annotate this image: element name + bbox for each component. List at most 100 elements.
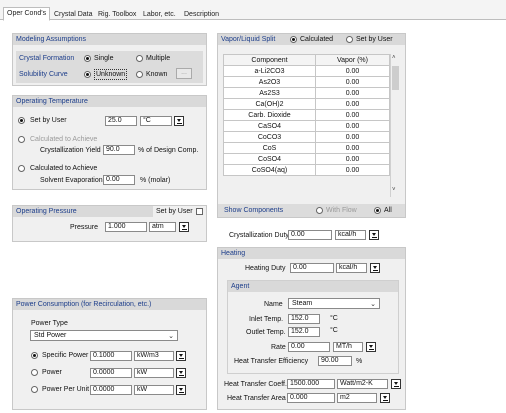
specific-power-input[interactable]: 0.1000: [90, 351, 132, 361]
cryst-duty-unit-select[interactable]: kcal/h: [335, 230, 366, 240]
vapor-cell[interactable]: 0.00: [315, 87, 390, 99]
cryst-duty-unit-dropdown-icon[interactable]: [369, 230, 379, 240]
rate-unit-dropdown-icon[interactable]: [366, 342, 376, 352]
specific-power-unit-select[interactable]: kW/m3: [134, 351, 174, 361]
heat-transfer-area-unit-select[interactable]: m2: [337, 393, 377, 403]
table-row[interactable]: CoS 0.00: [223, 142, 390, 154]
vapor-liquid-split-title: Vapor/Liquid Split: [221, 36, 276, 43]
pressure-unit-dropdown-icon[interactable]: [179, 222, 189, 232]
tab-oper-conds[interactable]: Oper Cond's: [3, 7, 51, 21]
vapor-cell[interactable]: 0.00: [315, 164, 390, 176]
temperature-input[interactable]: 25.0: [105, 116, 137, 126]
vapor-cell[interactable]: 0.00: [315, 76, 390, 88]
power-unit-select[interactable]: kW: [134, 368, 174, 378]
pressure-unit-select[interactable]: atm: [149, 222, 176, 232]
power-type-select[interactable]: Std Power ⌄: [30, 330, 178, 341]
rate-unit-select[interactable]: MT/h: [333, 342, 363, 352]
solvent-evap-input[interactable]: 0.00: [103, 175, 135, 185]
solvent-evap-label: Solvent Evaporation: [40, 177, 103, 184]
component-cell: CoSO4: [223, 153, 316, 165]
power-input[interactable]: 0.0000: [90, 368, 132, 378]
vapor-cell[interactable]: 0.00: [315, 98, 390, 110]
single-radio[interactable]: [84, 55, 91, 62]
pressure-set-by-user-checkbox[interactable]: [196, 208, 203, 215]
inlet-temp-input[interactable]: 152.0: [288, 314, 320, 324]
power-per-unit-radio[interactable]: [31, 386, 38, 393]
table-row[interactable]: As2S3 0.00: [223, 87, 390, 99]
scrollbar-thumb[interactable]: [392, 66, 399, 90]
heating-duty-label: Heating Duty: [245, 265, 286, 272]
heat-transfer-area-unit-dropdown-icon[interactable]: [380, 393, 390, 403]
table-row[interactable]: CoSO4 0.00: [223, 153, 390, 165]
with-flow-radio[interactable]: [316, 207, 323, 214]
scroll-up-icon[interactable]: ˄: [392, 55, 396, 61]
power-unit-dropdown-icon[interactable]: [176, 368, 186, 378]
heat-transfer-efficiency-label: Heat Transfer Efficiency: [234, 358, 309, 365]
table-row[interactable]: a-Li2CO3 0.00: [223, 65, 390, 77]
heat-transfer-coeff-unit-select[interactable]: Watt/m2-K: [337, 379, 388, 389]
cryst-yield-input[interactable]: 90.0: [103, 145, 135, 155]
tab-labor-etc[interactable]: Labor, etc.: [139, 8, 180, 20]
tab-description[interactable]: Description: [180, 8, 223, 20]
table-scrollbar[interactable]: ˄ ˅: [390, 54, 400, 197]
agent-group: Agent Name Steam ⌄ Inlet Temp. 152.0 °C …: [227, 280, 399, 374]
table-row[interactable]: Ca(OH)2 0.00: [223, 98, 390, 110]
vapor-cell[interactable]: 0.00: [315, 65, 390, 77]
chevron-down-icon: ⌄: [168, 333, 174, 340]
operating-temperature-group: Operating Temperature Set by User 25.0 °…: [12, 95, 207, 190]
vapor-column-header: Vapor (%): [315, 54, 390, 66]
calc-evap-radio[interactable]: [18, 165, 25, 172]
unknown-radio[interactable]: [84, 71, 91, 78]
heating-duty-input[interactable]: 0.00: [290, 263, 334, 273]
temp-set-by-user-radio[interactable]: [18, 117, 25, 124]
power-per-unit-unit-select[interactable]: kW: [134, 385, 174, 395]
outlet-temp-input[interactable]: 152.0: [288, 327, 320, 337]
power-radio[interactable]: [31, 369, 38, 376]
cryst-duty-input[interactable]: 0.00: [288, 230, 332, 240]
tab-crystal-data[interactable]: Crystal Data: [50, 8, 97, 20]
power-consumption-title: Power Consumption (for Recirculation, et…: [13, 299, 206, 310]
power-type-value: Std Power: [34, 332, 67, 339]
vapor-cell[interactable]: 0.00: [315, 109, 390, 121]
table-row[interactable]: CoSO4(aq) 0.00: [223, 164, 390, 176]
inlet-temp-label: Inlet Temp.: [249, 316, 284, 323]
heating-duty-unit-dropdown-icon[interactable]: [370, 263, 380, 273]
component-table: Component Vapor (%) a-Li2CO3 0.00 As2O3 0.…: [223, 54, 390, 176]
component-cell: CaSO4: [223, 120, 316, 132]
calc-yield-radio[interactable]: [18, 136, 25, 143]
temperature-unit-dropdown-icon[interactable]: [174, 116, 184, 126]
heat-transfer-efficiency-input[interactable]: 90.00: [318, 356, 352, 366]
specific-power-radio[interactable]: [31, 352, 38, 359]
vapor-cell[interactable]: 0.00: [315, 120, 390, 132]
table-row[interactable]: As2O3 0.00: [223, 76, 390, 88]
power-per-unit-unit-dropdown-icon[interactable]: [176, 385, 186, 395]
vapor-cell[interactable]: 0.00: [315, 131, 390, 143]
vapor-calculated-label: Calculated: [300, 36, 334, 43]
vapor-set-by-user-label: Set by User: [356, 36, 393, 43]
pressure-label: Pressure: [70, 224, 99, 231]
heat-transfer-coeff-input[interactable]: 1500.000: [287, 379, 335, 389]
vapor-set-by-user-radio[interactable]: [346, 36, 353, 43]
table-row[interactable]: CaSO4 0.00: [223, 120, 390, 132]
component-cell: As2O3: [223, 76, 316, 88]
heating-duty-unit-select[interactable]: kcal/h: [336, 263, 367, 273]
vapor-calculated-radio[interactable]: [290, 36, 297, 43]
heat-transfer-area-input[interactable]: 0.000: [287, 393, 335, 403]
all-radio[interactable]: [374, 207, 381, 214]
heat-transfer-coeff-unit-dropdown-icon[interactable]: [391, 379, 401, 389]
agent-name-select[interactable]: Steam ⌄: [288, 298, 380, 309]
known-radio[interactable]: [136, 71, 143, 78]
tab-rig-toolbox[interactable]: Rig. Toolbox: [94, 8, 140, 20]
solubility-ellipsis-button[interactable]: ...: [176, 68, 192, 79]
scroll-down-icon[interactable]: ˅: [392, 187, 396, 193]
vapor-cell[interactable]: 0.00: [315, 153, 390, 165]
specific-power-unit-dropdown-icon[interactable]: [176, 351, 186, 361]
multiple-radio[interactable]: [136, 55, 143, 62]
table-row[interactable]: CoCO3 0.00: [223, 131, 390, 143]
vapor-cell[interactable]: 0.00: [315, 142, 390, 154]
temperature-unit-select[interactable]: °C: [140, 116, 172, 126]
pressure-input[interactable]: 1.000: [105, 222, 147, 232]
table-row[interactable]: Carb. Dioxide 0.00: [223, 109, 390, 121]
power-per-unit-input[interactable]: 0.0000: [90, 385, 132, 395]
rate-input[interactable]: 0.00: [288, 342, 330, 352]
